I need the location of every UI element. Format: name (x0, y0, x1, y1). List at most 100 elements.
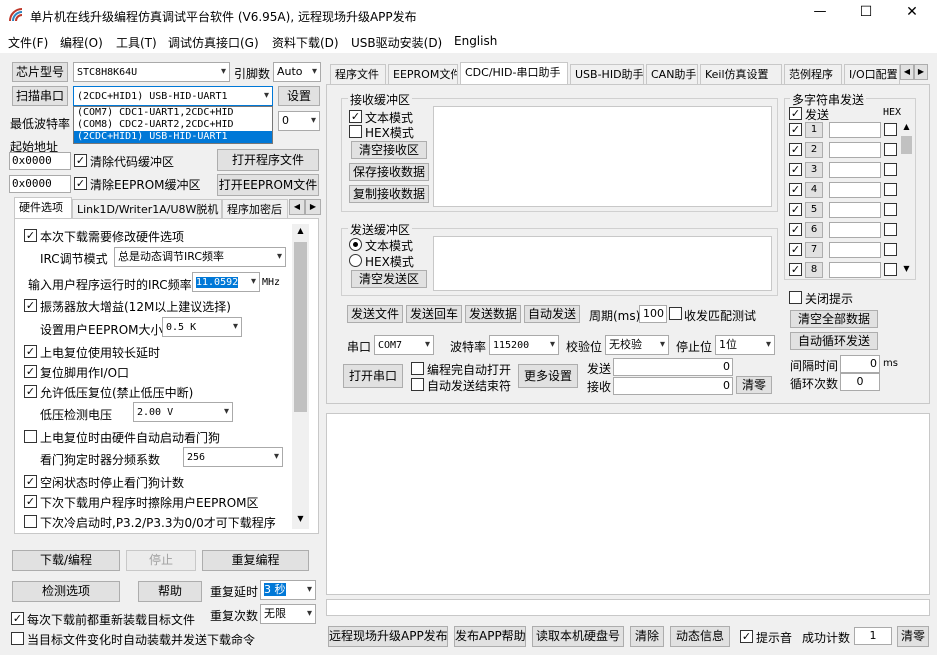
multi-row-send-button[interactable]: 4 (805, 182, 823, 198)
publish-help-button[interactable]: 发布APP帮助 (454, 626, 526, 647)
reload-before-download-checkbox[interactable]: ✓ (11, 612, 24, 625)
scrollbar-thumb[interactable] (294, 242, 307, 412)
menu-file[interactable]: 文件(F) (8, 34, 48, 51)
dynamic-info-button[interactable]: 动态信息 (670, 626, 730, 647)
port-select[interactable]: (2CDC+HID1) USB-HID-UART1 ▾ (73, 86, 273, 106)
tab-io-config[interactable]: I/O口配置 (844, 64, 900, 84)
send-file-button[interactable]: 发送文件 (347, 305, 403, 323)
multi-row-hex-checkbox[interactable] (884, 163, 897, 176)
remote-upgrade-button[interactable]: 远程现场升级APP发布 (328, 626, 448, 647)
serial-port-select[interactable]: COM7 ▾ (374, 335, 434, 355)
auto-loop-send-button[interactable]: 自动循环发送 (790, 332, 878, 350)
multi-row-send-checkbox[interactable]: ✓ (789, 143, 802, 156)
repeat-count-select[interactable]: 无限 ▾ (260, 604, 316, 624)
multi-row-text-input[interactable] (829, 262, 881, 278)
help-button[interactable]: 帮助 (138, 581, 202, 602)
tab-program-file[interactable]: 程序文件 (330, 64, 386, 84)
open-port-button[interactable]: 打开串口 (343, 364, 403, 388)
menu-tools[interactable]: 工具(T) (116, 34, 157, 51)
settings-button[interactable]: 设置 (278, 86, 320, 106)
clear-send-button[interactable]: 清空发送区 (351, 270, 427, 288)
multi-row-text-input[interactable] (829, 182, 881, 198)
multi-row-send-button[interactable]: 7 (805, 242, 823, 258)
send-hex-mode-radio[interactable] (349, 254, 362, 267)
tab-eeprom-file[interactable]: EEPROM文件 (388, 64, 458, 84)
clear-counters-button[interactable]: 清零 (736, 376, 772, 394)
tab-hardware-options[interactable]: 硬件选项 (14, 197, 72, 219)
multi-row-text-input[interactable] (829, 202, 881, 218)
minimize-button[interactable]: — (800, 4, 840, 19)
eeprom-size-select[interactable]: 0.5 K ▾ (162, 317, 242, 337)
multi-row-hex-checkbox[interactable] (884, 143, 897, 156)
send-textarea[interactable] (433, 236, 772, 291)
multi-row-send-button[interactable]: 2 (805, 142, 823, 158)
modify-hw-checkbox[interactable]: ✓ (24, 229, 37, 242)
menu-usb-driver[interactable]: USB驱动安装(D) (351, 34, 442, 51)
multi-row-send-checkbox[interactable]: ✓ (789, 263, 802, 276)
repeat-program-button[interactable]: 重复编程 (202, 550, 309, 571)
multi-row-send-button[interactable]: 8 (805, 262, 823, 278)
multi-send-all-checkbox[interactable]: ✓ (789, 107, 802, 120)
multi-row-text-input[interactable] (829, 222, 881, 238)
options-scrollbar[interactable]: ▲ ▼ (292, 224, 309, 529)
multi-row-text-input[interactable] (829, 162, 881, 178)
multi-row-text-input[interactable] (829, 122, 881, 138)
baud-rate-select[interactable]: 115200 ▾ (489, 335, 559, 355)
multi-row-hex-checkbox[interactable] (884, 263, 897, 276)
multi-row-send-button[interactable]: 1 (805, 122, 823, 138)
tab-keil-sim[interactable]: Keil仿真设置 (700, 64, 782, 84)
stop-button[interactable]: 停止 (126, 550, 196, 571)
idle-stop-wdt-checkbox[interactable]: ✓ (24, 475, 37, 488)
pin-count-select[interactable]: Auto ▾ (273, 62, 321, 82)
multi-row-send-button[interactable]: 6 (805, 222, 823, 238)
period-input[interactable]: 100 (639, 305, 667, 323)
multi-row-text-input[interactable] (829, 242, 881, 258)
clear-eeprom-checkbox[interactable]: ✓ (74, 177, 87, 190)
multi-row-send-checkbox[interactable]: ✓ (789, 223, 802, 236)
more-settings-button[interactable]: 更多设置 (518, 364, 578, 388)
recv-hex-mode-checkbox[interactable] (349, 125, 362, 138)
auto-open-checkbox[interactable] (411, 362, 424, 375)
read-disk-id-button[interactable]: 读取本机硬盘号 (532, 626, 624, 647)
hw-watchdog-checkbox[interactable] (24, 430, 37, 443)
irc-frequency-select[interactable]: 11.0592 ▾ (192, 272, 260, 292)
cold-boot-p32-checkbox[interactable] (24, 515, 37, 528)
multi-row-send-button[interactable]: 3 (805, 162, 823, 178)
irc-mode-select[interactable]: 总是动态调节IRC频率 ▾ (114, 247, 286, 267)
multi-row-text-input[interactable] (829, 142, 881, 158)
clear-code-checkbox[interactable]: ✓ (74, 154, 87, 167)
send-text-mode-radio[interactable] (349, 238, 362, 251)
menu-program[interactable]: 编程(O) (60, 34, 103, 51)
multi-row-send-checkbox[interactable]: ✓ (789, 123, 802, 136)
open-program-file-button[interactable]: 打开程序文件 (217, 149, 319, 171)
save-receive-button[interactable]: 保存接收数据 (349, 163, 429, 181)
tab-scroll-right-icon[interactable]: ▶ (305, 199, 321, 215)
open-eeprom-file-button[interactable]: 打开EEPROM文件 (217, 174, 319, 196)
multi-row-send-checkbox[interactable]: ✓ (789, 243, 802, 256)
osc-gain-checkbox[interactable]: ✓ (24, 299, 37, 312)
auto-send-button[interactable]: 自动发送 (524, 305, 580, 323)
parity-select[interactable]: 无校验 ▾ (605, 335, 669, 355)
auto-reload-checkbox[interactable] (11, 632, 24, 645)
multi-row-send-checkbox[interactable]: ✓ (789, 163, 802, 176)
tab-offline-writer[interactable]: Link1D/Writer1A/U8W脱机 (72, 199, 222, 219)
clear-receive-button[interactable]: 清空接收区 (351, 141, 427, 159)
chip-type-select[interactable]: STC8H8K64U ▾ (73, 62, 230, 82)
port-option[interactable]: (COM7) CDC1-UART1,2CDC+HID (74, 107, 272, 119)
lvd-select[interactable]: 2.00 V ▾ (133, 402, 233, 422)
interval-input[interactable]: 0 (840, 355, 880, 373)
download-program-button[interactable]: 下载/编程 (12, 550, 120, 571)
erase-eeprom-checkbox[interactable]: ✓ (24, 495, 37, 508)
send-enter-button[interactable]: 发送回车 (406, 305, 462, 323)
code-address-input[interactable]: 0x0000 (9, 152, 71, 170)
close-button[interactable]: ✕ (892, 4, 932, 20)
multi-scrollbar[interactable]: ▲ ▼ (900, 122, 913, 276)
loop-count-input[interactable]: 0 (840, 373, 880, 391)
scan-port-button[interactable]: 扫描串口 (12, 86, 68, 106)
repeat-delay-select[interactable]: 3 秒 ▾ (260, 580, 316, 600)
low-voltage-reset-checkbox[interactable]: ✓ (24, 385, 37, 398)
recv-text-mode-checkbox[interactable]: ✓ (349, 110, 362, 123)
stop-bits-select[interactable]: 1位 ▾ (715, 335, 775, 355)
tab-usb-hid[interactable]: USB-HID助手 (570, 64, 644, 84)
min-baud-select[interactable]: 0 ▾ (278, 111, 320, 131)
